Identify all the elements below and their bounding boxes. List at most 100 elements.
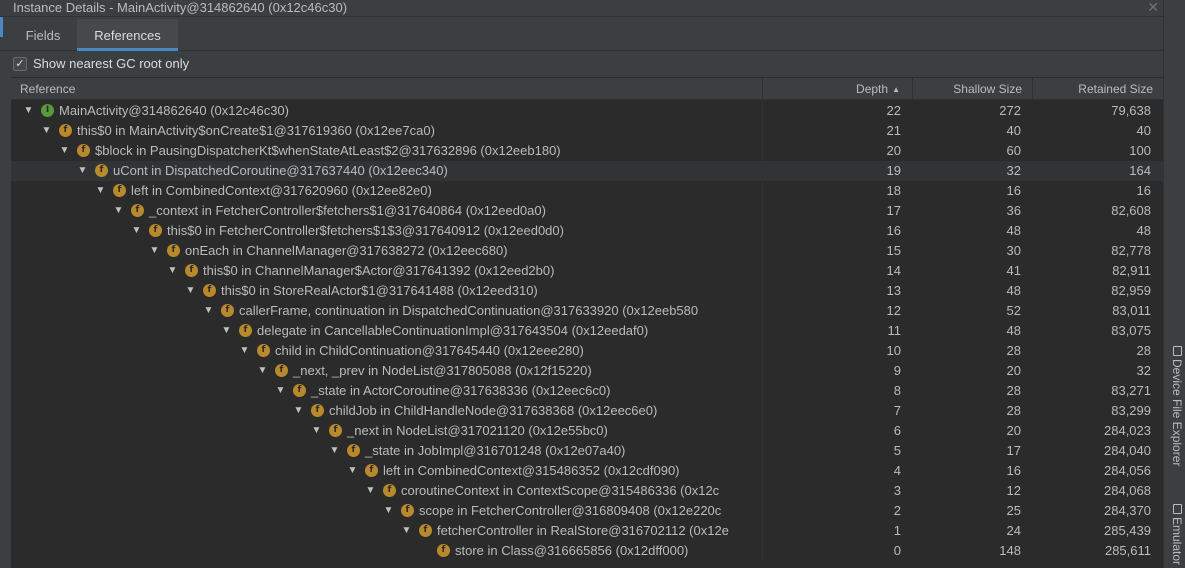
tab-bar: Fields References — [0, 19, 1163, 51]
references-table: Reference Depth ▲ Shallow Size Retained S… — [11, 77, 1163, 568]
retained-size-cell: 164 — [1129, 163, 1151, 178]
field-icon: f — [221, 304, 234, 317]
table-row[interactable]: ▼ f fetcherController in RealStore@3167021… — [11, 521, 1163, 541]
field-icon: f — [401, 504, 414, 517]
table-header: Reference Depth ▲ Shallow Size Retained S… — [11, 77, 1163, 100]
table-row[interactable]: ▼ f _state in JobImpl@316701248 (0x12e07a4… — [11, 441, 1163, 461]
expand-toggle-icon[interactable]: ▼ — [113, 204, 124, 218]
reference-label: $block in PausingDispatcherKt$whenStateA… — [95, 143, 561, 158]
table-row[interactable]: ▼ f this$0 in MainActivity$onCreate$1@3176… — [11, 121, 1163, 141]
expand-toggle-icon[interactable]: ▼ — [311, 424, 322, 438]
column-header-depth-label: Depth — [856, 82, 889, 96]
field-icon: f — [59, 124, 72, 137]
expand-toggle-icon[interactable]: ▼ — [239, 344, 250, 358]
shallow-size-cell: 24 — [1006, 523, 1021, 538]
emulator-tab[interactable]: Emulator — [1166, 504, 1184, 565]
column-header-reference[interactable]: Reference — [11, 78, 763, 100]
reference-label: _next in NodeList@317021120 (0x12e55bc0) — [347, 423, 608, 438]
reference-cell: ▼ f $block in PausingDispatcherKt$whenStat… — [11, 141, 763, 161]
table-row[interactable]: ▼ f delegate in CancellableContinuationImp… — [11, 321, 1163, 341]
table-row[interactable]: ▼ f left in CombinedContext@317620960 (0x1… — [11, 181, 1163, 201]
expand-toggle-icon[interactable]: ▼ — [293, 404, 304, 418]
depth-cell: 1 — [893, 523, 901, 538]
expand-toggle-icon[interactable]: ▼ — [401, 524, 412, 538]
tab-fields[interactable]: Fields — [10, 19, 76, 51]
table-row[interactable]: ▼ f uCont in DispatchedCoroutine@317637440… — [11, 161, 1163, 181]
instance-icon: I — [41, 104, 54, 117]
retained-size-cell: 284,068 — [1104, 483, 1151, 498]
gc-root-label[interactable]: Show nearest GC root only — [33, 56, 189, 71]
reference-cell: ▼ f _next, _prev in NodeList@317805088 (0x… — [11, 361, 763, 381]
expand-toggle-icon[interactable]: ▼ — [221, 324, 232, 338]
right-tool-window-bar: Device File Explorer Emulator — [1163, 0, 1185, 568]
table-row[interactable]: ▼ I MainActivity@314862640 (0x12c46c30) 22 2… — [11, 101, 1163, 121]
expand-toggle-icon[interactable]: ▼ — [149, 244, 160, 258]
expand-toggle-icon[interactable]: ▼ — [383, 504, 394, 518]
expand-toggle-icon[interactable]: ▼ — [185, 284, 196, 298]
table-row[interactable]: ▼ f _next in NodeList@317021120 (0x12e55bc… — [11, 421, 1163, 441]
expand-toggle-icon[interactable]: ▼ — [329, 444, 340, 458]
gc-root-checkbox[interactable]: ✓ — [13, 57, 27, 71]
depth-cell: 14 — [886, 263, 901, 278]
depth-cell: 6 — [893, 423, 901, 438]
table-row[interactable]: ▼ f $block in PausingDispatcherKt$whenStat… — [11, 141, 1163, 161]
table-row[interactable]: ▼ f _state in ActorCoroutine@317638336 (0x… — [11, 381, 1163, 401]
field-icon: f — [95, 164, 108, 177]
expand-toggle-icon[interactable]: ▼ — [41, 124, 52, 138]
shallow-size-cell: 30 — [1006, 243, 1021, 258]
reference-label: this$0 in MainActivity$onCreate$1@317619… — [77, 123, 435, 138]
table-row[interactable]: ▼ f childJob in ChildHandleNode@317638368 … — [11, 401, 1163, 421]
table-row[interactable]: ▼ f scope in FetcherController@316809408 (… — [11, 501, 1163, 521]
reference-cell: ▼ f left in CombinedContext@317620960 (0x1… — [11, 181, 763, 201]
shallow-size-cell: 12 — [1006, 483, 1021, 498]
reference-label: _context in FetcherController$fetchers$1… — [149, 203, 546, 218]
field-icon: f — [275, 364, 288, 377]
expand-toggle-icon[interactable]: ▼ — [77, 164, 88, 178]
expand-toggle-icon[interactable]: ▼ — [347, 464, 358, 478]
close-icon[interactable]: ✕ — [1147, 0, 1159, 16]
depth-cell: 11 — [887, 323, 902, 338]
tab-references[interactable]: References — [77, 19, 178, 51]
expand-toggle-icon[interactable]: ▼ — [95, 184, 106, 198]
reference-cell: ▼ f childJob in ChildHandleNode@317638368 … — [11, 401, 763, 421]
emulator-icon — [1172, 504, 1182, 514]
field-icon: f — [311, 404, 324, 417]
expand-toggle-icon[interactable]: ▼ — [203, 304, 214, 318]
expand-toggle-icon[interactable]: ▼ — [167, 264, 178, 278]
table-row[interactable]: ▼ f this$0 in FetcherController$fetchers$1… — [11, 221, 1163, 241]
table-row[interactable]: ▼ f coroutineContext in ContextScope@31548… — [11, 481, 1163, 501]
table-row[interactable]: ▼ f child in ChildContinuation@317645440 (… — [11, 341, 1163, 361]
depth-cell: 5 — [893, 443, 901, 458]
reference-label: _state in JobImpl@316701248 (0x12e07a40) — [365, 443, 626, 458]
table-row[interactable]: ▼ f onEach in ChannelManager@317638272 (0x… — [11, 241, 1163, 261]
expand-toggle-icon[interactable]: ▼ — [131, 224, 142, 238]
reference-cell: ▼ f this$0 in MainActivity$onCreate$1@3176… — [11, 121, 763, 141]
expand-toggle-icon[interactable]: ▼ — [59, 144, 70, 158]
table-row[interactable]: f store in Class@316665856 (0x12dff000) 0 1… — [11, 541, 1163, 561]
shallow-size-cell: 20 — [1006, 423, 1021, 438]
column-header-retained-size[interactable]: Retained Size — [1033, 78, 1163, 100]
column-header-shallow-size[interactable]: Shallow Size — [913, 78, 1033, 100]
expand-toggle-icon[interactable]: ▼ — [257, 364, 268, 378]
table-row[interactable]: ▼ f this$0 in StoreRealActor$1@317641488 (… — [11, 281, 1163, 301]
table-row[interactable]: ▼ f _context in FetcherController$fetchers… — [11, 201, 1163, 221]
window-titlebar: Instance Details - MainActivity@31486264… — [0, 0, 1163, 17]
device-file-explorer-tab[interactable]: Device File Explorer — [1166, 346, 1184, 466]
retained-size-cell: 40 — [1136, 123, 1151, 138]
table-row[interactable]: ▼ f left in CombinedContext@315486352 (0x1… — [11, 461, 1163, 481]
retained-size-cell: 83,299 — [1111, 403, 1151, 418]
reference-label: left in CombinedContext@317620960 (0x12e… — [131, 183, 432, 198]
expand-toggle-icon[interactable]: ▼ — [23, 104, 34, 118]
field-icon: f — [77, 144, 90, 157]
table-row[interactable]: ▼ f _next, _prev in NodeList@317805088 (0x… — [11, 361, 1163, 381]
column-header-depth[interactable]: Depth ▲ — [763, 78, 913, 100]
reference-label: uCont in DispatchedCoroutine@317637440 (… — [113, 163, 448, 178]
table-row[interactable]: ▼ f this$0 in ChannelManager$Actor@3176413… — [11, 261, 1163, 281]
shallow-size-cell: 272 — [999, 103, 1021, 118]
table-row[interactable]: ▼ f callerFrame, continuation in Dispatche… — [11, 301, 1163, 321]
expand-toggle-icon[interactable]: ▼ — [275, 384, 286, 398]
retained-size-cell: 284,056 — [1104, 463, 1151, 478]
gc-root-filter: ✓ Show nearest GC root only — [0, 53, 1163, 75]
expand-toggle-icon[interactable]: ▼ — [365, 484, 376, 498]
depth-cell: 16 — [886, 223, 901, 238]
